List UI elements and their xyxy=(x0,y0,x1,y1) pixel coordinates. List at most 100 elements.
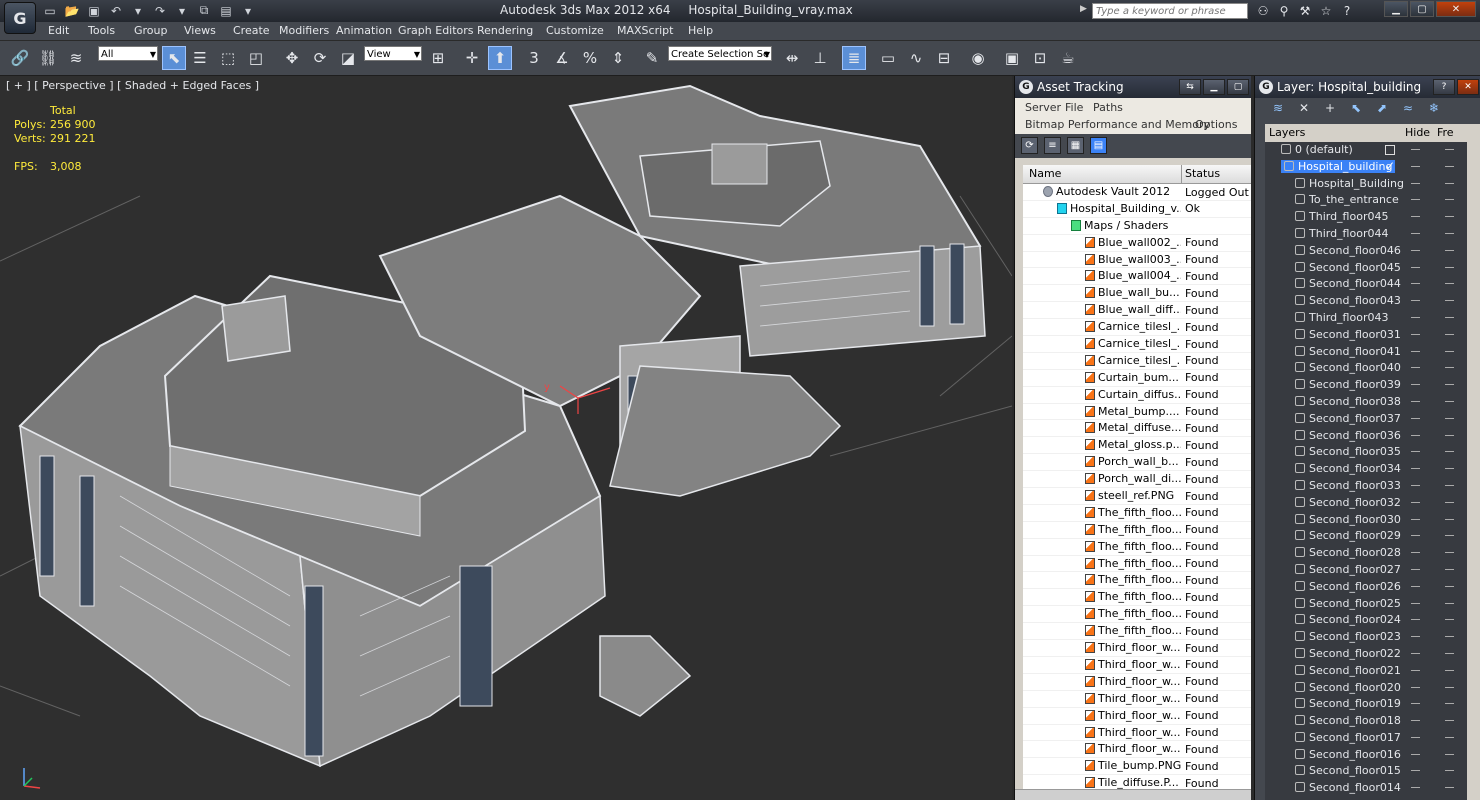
hide-toggle[interactable] xyxy=(1411,417,1420,419)
hide-toggle[interactable] xyxy=(1411,736,1420,738)
hide-toggle[interactable] xyxy=(1411,165,1420,167)
table-row[interactable]: Curtain_diffus... Found xyxy=(1023,387,1251,404)
favorites-star-icon[interactable]: ☆ xyxy=(1317,2,1335,19)
list-item[interactable]: Second_floor044 xyxy=(1265,276,1475,293)
col-layers-header[interactable]: Layers xyxy=(1269,126,1305,139)
list-view-icon[interactable]: ≡ xyxy=(1044,137,1061,154)
freeze-toggle[interactable] xyxy=(1445,568,1454,570)
list-item[interactable]: Second_floor039 xyxy=(1265,377,1475,394)
table-view-icon[interactable]: ▤ xyxy=(1090,137,1107,154)
window-crossing-icon[interactable]: ◰ xyxy=(244,46,268,70)
freeze-toggle[interactable] xyxy=(1445,451,1454,453)
hide-toggle[interactable] xyxy=(1411,149,1420,150)
freeze-toggle[interactable] xyxy=(1445,199,1454,201)
save-file-icon[interactable]: ▣ xyxy=(84,2,104,19)
project-folder-icon[interactable]: ▤ xyxy=(216,2,236,19)
list-item[interactable]: Second_floor036 xyxy=(1265,428,1475,445)
freeze-toggle[interactable] xyxy=(1445,400,1454,402)
help-icon[interactable]: ? xyxy=(1338,2,1356,19)
layer-manager-titlebar[interactable]: G Layer: Hospital_building ? ✕ xyxy=(1255,76,1480,98)
reference-coordinate-dropdown[interactable]: View ▼ xyxy=(364,46,422,61)
list-item[interactable]: Second_floor035 xyxy=(1265,444,1475,461)
menu-group[interactable]: Group xyxy=(134,24,168,37)
freeze-toggle[interactable] xyxy=(1445,232,1454,234)
layer-close-button[interactable]: ✕ xyxy=(1457,79,1479,95)
spinner-snap-icon[interactable]: ⇕ xyxy=(606,46,630,70)
hide-toggle[interactable] xyxy=(1411,434,1420,436)
freeze-toggle[interactable] xyxy=(1445,333,1454,335)
graphite-ribbon-icon[interactable]: ▭ xyxy=(876,46,900,70)
hide-toggle[interactable] xyxy=(1411,216,1420,218)
asset-horizontal-scrollbar[interactable] xyxy=(1015,789,1251,800)
perspective-viewport[interactable]: y [ + ] [ Perspective ] [ Shaded + Edged… xyxy=(0,76,1012,800)
freeze-toggle[interactable] xyxy=(1445,720,1454,722)
hide-toggle[interactable] xyxy=(1411,770,1420,772)
hide-toggle[interactable] xyxy=(1411,350,1420,352)
freeze-toggle[interactable] xyxy=(1445,165,1454,167)
table-row[interactable]: Hospital_Building_v... Ok xyxy=(1023,201,1251,218)
table-row[interactable]: Third_floor_w... Found xyxy=(1023,640,1251,657)
table-row[interactable]: The_fifth_floo... Found xyxy=(1023,539,1251,556)
table-row[interactable]: Blue_wall_diff... Found xyxy=(1023,302,1251,320)
asset-menu-server[interactable]: Server xyxy=(1025,101,1061,114)
refresh-icon[interactable]: ⟳ xyxy=(1021,137,1038,154)
freeze-toggle[interactable] xyxy=(1445,316,1454,318)
list-item[interactable]: 0 (default) xyxy=(1265,142,1475,159)
edit-named-selection-icon[interactable]: ✎ xyxy=(640,46,664,70)
hide-toggle[interactable] xyxy=(1411,703,1420,705)
list-item[interactable]: Second_floor031 xyxy=(1265,327,1475,344)
hide-toggle[interactable] xyxy=(1411,283,1420,285)
table-row[interactable]: Porch_wall_di... Found xyxy=(1023,471,1251,489)
menu-views[interactable]: Views xyxy=(184,24,216,37)
freeze-toggle[interactable] xyxy=(1445,703,1454,705)
asset-maximize-button[interactable]: ▢ xyxy=(1227,79,1249,95)
list-item[interactable]: Second_floor046 xyxy=(1265,243,1475,260)
freeze-toggle[interactable] xyxy=(1445,552,1454,554)
select-and-link-icon[interactable]: 🔗 xyxy=(8,46,32,70)
table-row[interactable]: Carnice_tilesl_... Found xyxy=(1023,336,1251,353)
application-menu-button[interactable]: G xyxy=(4,2,36,34)
list-item[interactable]: Second_floor017 xyxy=(1265,730,1475,747)
list-item[interactable]: Second_floor022 xyxy=(1265,646,1475,663)
select-and-manipulate-icon[interactable]: ✛ xyxy=(460,46,484,70)
add-to-layer-icon[interactable]: + xyxy=(1323,101,1337,115)
freeze-toggle[interactable] xyxy=(1445,350,1454,352)
table-row[interactable]: Maps / Shaders xyxy=(1023,218,1251,235)
list-item[interactable]: Second_floor040 xyxy=(1265,360,1475,377)
freeze-toggle[interactable] xyxy=(1445,417,1454,419)
percent-snap-icon[interactable]: % xyxy=(578,46,602,70)
hide-toggle[interactable] xyxy=(1411,316,1420,318)
hide-toggle[interactable] xyxy=(1411,484,1420,486)
hide-toggle[interactable] xyxy=(1411,602,1420,604)
redo-icon[interactable]: ↷ xyxy=(150,2,170,19)
binoculars-icon[interactable]: ⚇ xyxy=(1254,2,1272,19)
hide-toggle[interactable] xyxy=(1411,636,1420,638)
freeze-toggle[interactable] xyxy=(1445,367,1454,369)
list-item[interactable]: Second_floor038 xyxy=(1265,394,1475,411)
asset-menu-options[interactable]: Options xyxy=(1195,118,1237,131)
new-file-icon[interactable]: ▭ xyxy=(40,2,60,19)
list-item[interactable]: Hospital_Building xyxy=(1265,176,1475,193)
freeze-toggle[interactable] xyxy=(1445,216,1454,218)
menu-create[interactable]: Create xyxy=(233,24,270,37)
table-row[interactable]: steell_ref.PNG Found xyxy=(1023,488,1251,505)
asset-tracking-titlebar[interactable]: G Asset Tracking ⇆ ▁ ▢ xyxy=(1015,76,1251,98)
table-row[interactable]: Blue_wall_bu... Found xyxy=(1023,285,1251,303)
table-row[interactable]: Tile_bump.PNG Found xyxy=(1023,758,1251,776)
menu-animation[interactable]: Animation xyxy=(336,24,392,37)
asset-menu-file[interactable]: File xyxy=(1065,101,1083,114)
table-row[interactable]: Blue_wall004_... Found xyxy=(1023,268,1251,286)
list-item[interactable]: Second_floor016 xyxy=(1265,747,1475,764)
hide-toggle[interactable] xyxy=(1411,686,1420,688)
table-row[interactable]: Metal_diffuse.... Found xyxy=(1023,420,1251,438)
scale-icon[interactable]: ◪ xyxy=(336,46,360,70)
align-icon[interactable]: ⊥ xyxy=(808,46,832,70)
maximize-button[interactable]: ▢ xyxy=(1410,1,1434,17)
hide-toggle[interactable] xyxy=(1411,367,1420,369)
curve-editor-icon[interactable]: ∿ xyxy=(904,46,928,70)
freeze-toggle[interactable] xyxy=(1445,686,1454,688)
list-item[interactable]: Second_floor041 xyxy=(1265,344,1475,361)
search-input[interactable]: Type a keyword or phrase xyxy=(1092,3,1248,19)
menu-edit[interactable]: Edit xyxy=(48,24,69,37)
highlight-selected-icon[interactable]: ⬈ xyxy=(1375,101,1389,115)
